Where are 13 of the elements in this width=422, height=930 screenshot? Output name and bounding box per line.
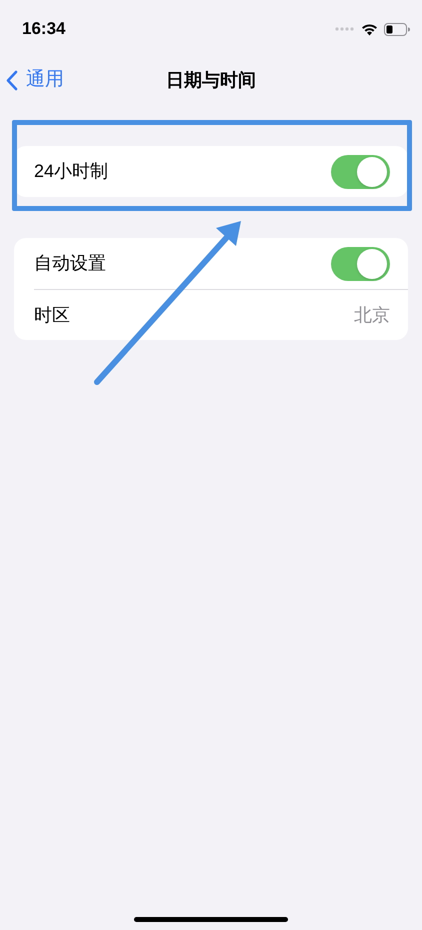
battery-icon xyxy=(384,22,410,36)
wifi-icon xyxy=(361,22,378,36)
row-label: 自动设置 xyxy=(34,252,106,275)
row-value: 北京 xyxy=(354,304,390,326)
page-title: 日期与时间 xyxy=(166,68,256,92)
toggle-switch[interactable] xyxy=(331,154,390,188)
row-label: 时区 xyxy=(34,304,70,326)
toggle-switch[interactable] xyxy=(331,246,390,280)
signal-icon xyxy=(335,27,355,31)
status-time: 16:34 xyxy=(22,18,66,40)
back-button[interactable]: 通用 xyxy=(6,66,64,94)
back-chevron-icon xyxy=(6,70,18,91)
row-label: 24小时制 xyxy=(34,160,108,183)
